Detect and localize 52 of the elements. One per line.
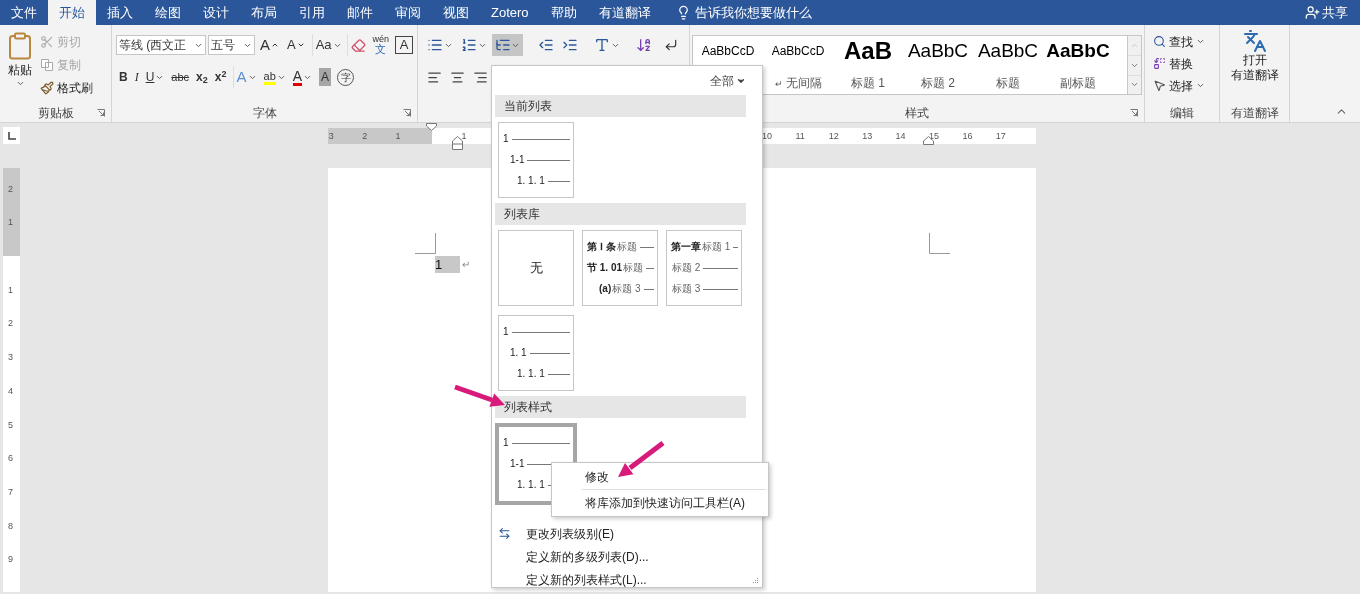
ruler-number: 1 [8,283,13,297]
ruler-number: 4 [8,384,13,398]
ruler-number: 10 [762,129,772,143]
ruler-number: 17 [995,129,1006,143]
list-level-label: 第 Ⅰ 条 [587,241,616,253]
ruler-number: 9 [8,553,13,567]
ruler-number: 15 [929,129,939,143]
list-level-label: 节 1. 01 [587,262,623,274]
ruler-number: 13 [862,129,873,143]
list-level-label: 1-1 [510,154,525,166]
list-level-label: 1 [503,437,509,449]
list-level-label: (a) [599,283,612,295]
list-level-label: 1. 1 [510,347,527,359]
paragraph-mark: ↵ [462,258,470,272]
document-text: 1 [435,256,460,273]
ruler-number: 16 [962,129,973,143]
group-label: 编辑 [1170,105,1194,122]
list-level-label: 1 [503,326,509,338]
group-label: 有道翻译 [1230,105,1279,122]
list-level-caption: 标题 [623,262,644,274]
list-level-label: 1-1 [510,458,525,470]
section-header: 当前列表 [495,95,746,117]
ruler-number: 12 [828,129,839,143]
ruler-number: 6 [8,452,13,466]
list-level-label: 1. 1. 1 [517,479,545,491]
group-label: 样式 [905,105,929,122]
section-header: 列表样式 [495,396,746,418]
ruler-number: 1 [8,216,13,230]
list-level-label: 1. 1. 1 [517,175,545,187]
ruler-number: 14 [895,129,906,143]
ruler-number: 3 [328,129,334,143]
ruler-number: 2 [8,182,13,196]
list-level-caption: 标题 2 [672,262,701,274]
list-level-caption: 标题 3 [672,283,701,295]
ruler-number: 1 [395,129,401,143]
group-label: 剪贴板 [37,105,74,122]
list-level-label: 1 [503,133,509,145]
ruler-number: 1 [461,129,467,143]
list-level-caption: 标题 1 [702,241,731,253]
ruler-number: 2 [8,317,13,331]
group-label: 字体 [252,105,277,122]
list-level-label: 第一章 [671,241,701,253]
ruler-number: 5 [8,418,13,432]
ruler-number: 7 [8,485,13,499]
ruler-number: 11 [795,129,805,143]
list-level-caption: 标题 3 [612,283,641,295]
list-level-caption: 标题 [616,241,637,253]
section-header: 列表库 [495,203,746,225]
ruler-number: 3 [8,351,13,365]
list-level-label: 1. 1. 1 [517,368,545,380]
ruler-number: 8 [8,519,13,533]
ruler-number: 2 [362,129,368,143]
